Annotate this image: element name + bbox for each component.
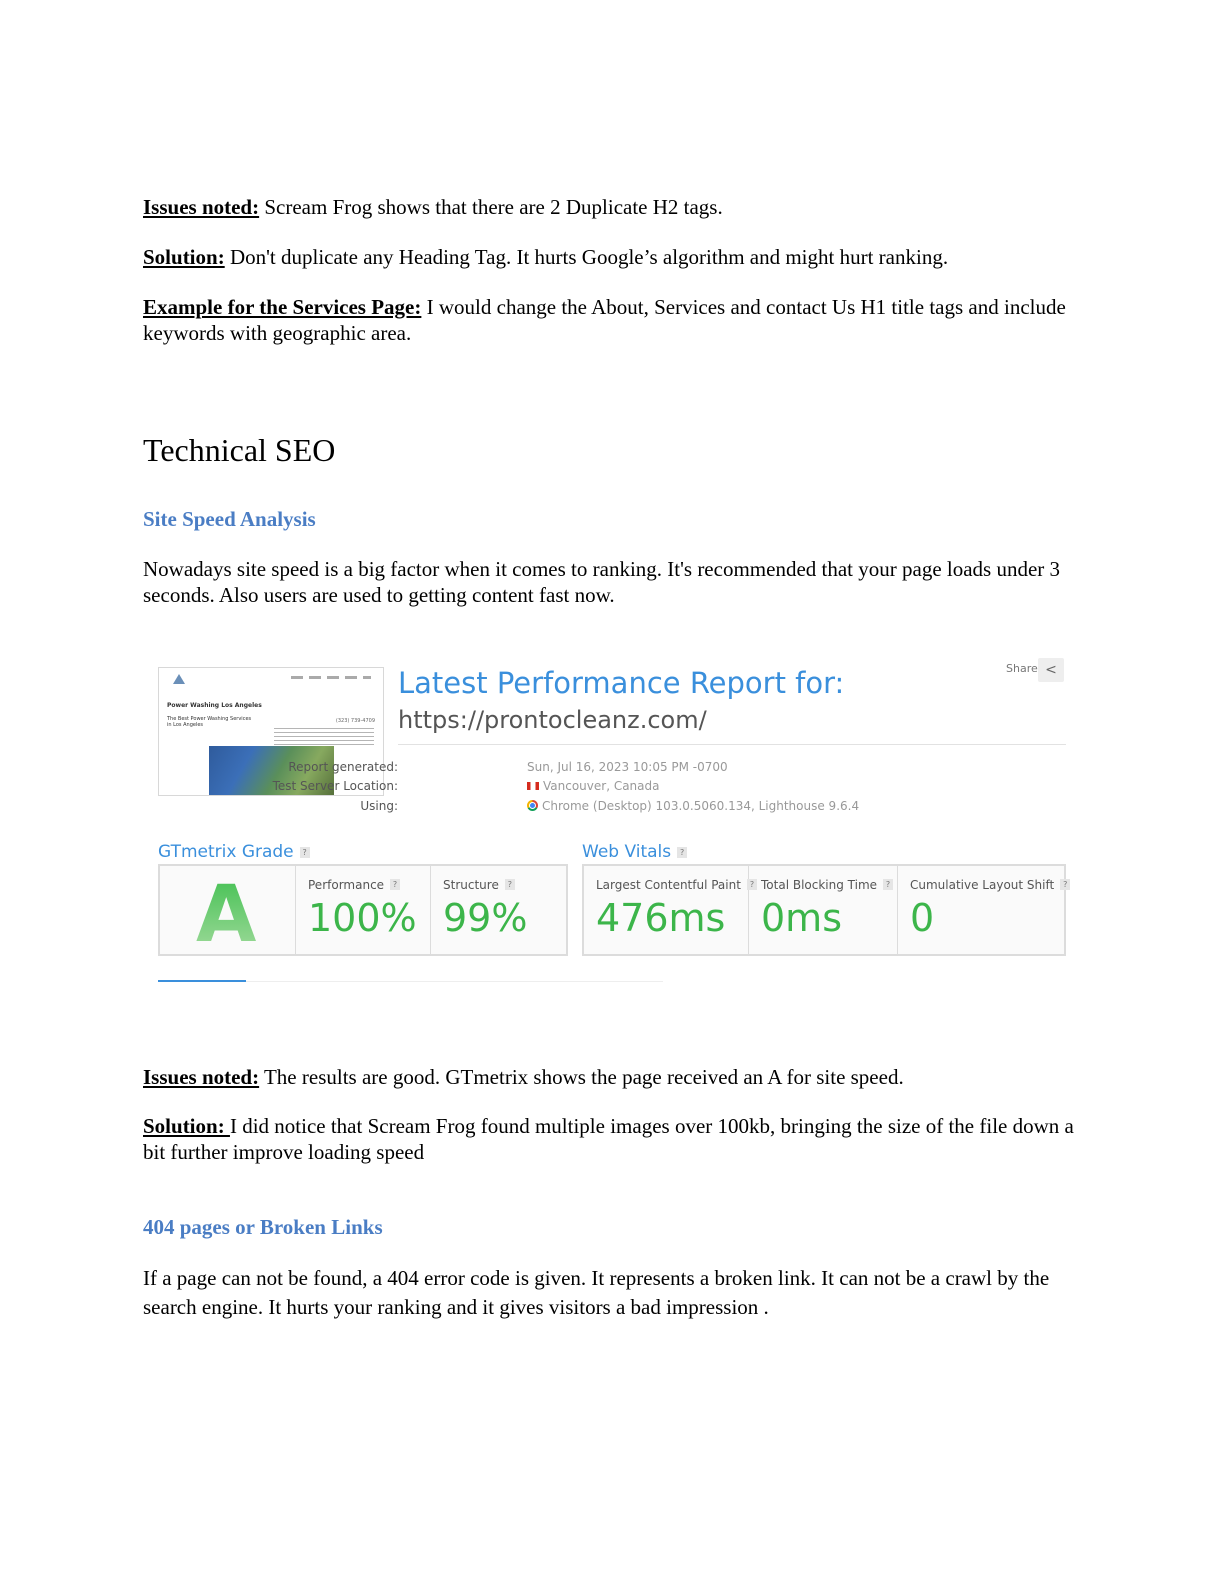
section-title: Technical SEO bbox=[143, 432, 336, 468]
help-icon[interactable]: ? bbox=[677, 847, 688, 858]
tab-underline-active[interactable] bbox=[158, 980, 246, 982]
report-title: Latest Performance Report for: bbox=[398, 666, 845, 700]
tbt-cell: Total Blocking Time? 0ms bbox=[749, 866, 898, 954]
solution-label-2: Solution: bbox=[143, 1114, 230, 1138]
tbt-value: 0ms bbox=[761, 896, 842, 940]
broken-links-heading: 404 pages or Broken Links bbox=[143, 1215, 383, 1239]
site-logo-icon bbox=[173, 674, 185, 684]
lcp-label: Largest Contentful Paint bbox=[596, 878, 741, 892]
report-meta-values: Sun, Jul 16, 2023 10:05 PM -0700 Vancouv… bbox=[527, 758, 977, 818]
cls-value: 0 bbox=[910, 896, 935, 940]
tbt-label: Total Blocking Time bbox=[761, 878, 878, 892]
gtmetrix-report: Power Washing Los Angeles The Best Power… bbox=[150, 652, 1075, 992]
issues-label: Issues noted: bbox=[143, 195, 260, 219]
grade-heading-label: GTmetrix Grade bbox=[158, 842, 294, 862]
solution-text-2: I did notice that Scream Frog found mult… bbox=[143, 1114, 1074, 1164]
issues-text: Scream Frog shows that there are 2 Dupli… bbox=[259, 195, 723, 219]
lcp-value: 476ms bbox=[596, 896, 726, 940]
divider bbox=[398, 744, 1066, 745]
issues-paragraph: Issues noted: Scream Frog shows that the… bbox=[143, 194, 1083, 220]
help-icon[interactable]: ? bbox=[299, 847, 310, 858]
example-paragraph: Example for the Services Page: I would c… bbox=[143, 294, 1083, 346]
report-url: https://prontocleanz.com/ bbox=[398, 706, 707, 734]
structure-label: Structure bbox=[443, 878, 499, 892]
help-icon[interactable]: ? bbox=[883, 879, 894, 890]
help-icon[interactable]: ? bbox=[1060, 879, 1071, 890]
vitals-panel: Largest Contentful Paint? 476ms Total Bl… bbox=[582, 864, 1071, 956]
grade-cell: A bbox=[160, 866, 296, 960]
thumb-phone: (323) 739-4709 bbox=[335, 718, 375, 724]
solution-paragraph: Solution: Don't duplicate any Heading Ta… bbox=[143, 244, 1083, 270]
structure-value: 99% bbox=[443, 896, 528, 940]
site-nav bbox=[291, 676, 371, 679]
grade-heading: GTmetrix Grade? bbox=[158, 842, 310, 862]
performance-cell: Performance? 100% bbox=[296, 866, 431, 954]
vitals-heading-label: Web Vitals bbox=[582, 842, 672, 862]
issues-paragraph-2: Issues noted: The results are good. GTme… bbox=[143, 1064, 1083, 1090]
example-label: Example for the Services Page: bbox=[143, 295, 422, 319]
cls-label: Cumulative Layout Shift bbox=[910, 878, 1055, 892]
grade-letter: A bbox=[196, 870, 257, 960]
cls-cell: Cumulative Layout Shift? 0 bbox=[898, 866, 1071, 954]
meta-value-location: Vancouver, Canada bbox=[543, 779, 660, 793]
help-icon[interactable]: ? bbox=[504, 879, 515, 890]
structure-cell: Structure? 99% bbox=[431, 866, 566, 954]
performance-label: Performance bbox=[308, 878, 385, 892]
meta-value-generated: Sun, Jul 16, 2023 10:05 PM -0700 bbox=[527, 760, 728, 774]
thumb-text-lines bbox=[274, 728, 374, 746]
issues-text-2: The results are good. GTmetrix shows the… bbox=[259, 1065, 904, 1089]
solution-paragraph-2: Solution: I did notice that Scream Frog … bbox=[143, 1113, 1083, 1165]
issues-label-2: Issues noted: bbox=[143, 1065, 260, 1089]
share-label[interactable]: Share bbox=[1006, 662, 1038, 675]
vitals-heading: Web Vitals? bbox=[582, 842, 688, 862]
site-speed-heading: Site Speed Analysis bbox=[143, 507, 316, 531]
thumb-subtitle: The Best Power Washing Services in Los A… bbox=[167, 716, 252, 728]
lcp-cell: Largest Contentful Paint? 476ms bbox=[584, 866, 757, 954]
broken-links-text: If a page can not be found, a 404 error … bbox=[143, 1266, 1050, 1319]
meta-key-using: Using: bbox=[360, 799, 398, 813]
performance-value: 100% bbox=[308, 896, 417, 940]
help-icon[interactable]: ? bbox=[390, 879, 401, 890]
solution-text: Don't duplicate any Heading Tag. It hurt… bbox=[224, 245, 949, 269]
site-speed-intro: Nowadays site speed is a big factor when… bbox=[143, 557, 1061, 607]
grade-panel: A Performance? 100% Structure? 99% bbox=[158, 864, 568, 960]
meta-key-location: Test Server Location: bbox=[272, 779, 398, 793]
share-icon[interactable]: < bbox=[1038, 658, 1064, 682]
chrome-icon bbox=[527, 800, 538, 811]
solution-label: Solution: bbox=[143, 245, 225, 269]
canada-flag-icon bbox=[527, 782, 539, 790]
meta-value-using: Chrome (Desktop) 103.0.5060.134, Lightho… bbox=[542, 799, 860, 813]
thumb-title: Power Washing Los Angeles bbox=[167, 702, 262, 709]
meta-key-generated: Report generated: bbox=[288, 760, 398, 774]
